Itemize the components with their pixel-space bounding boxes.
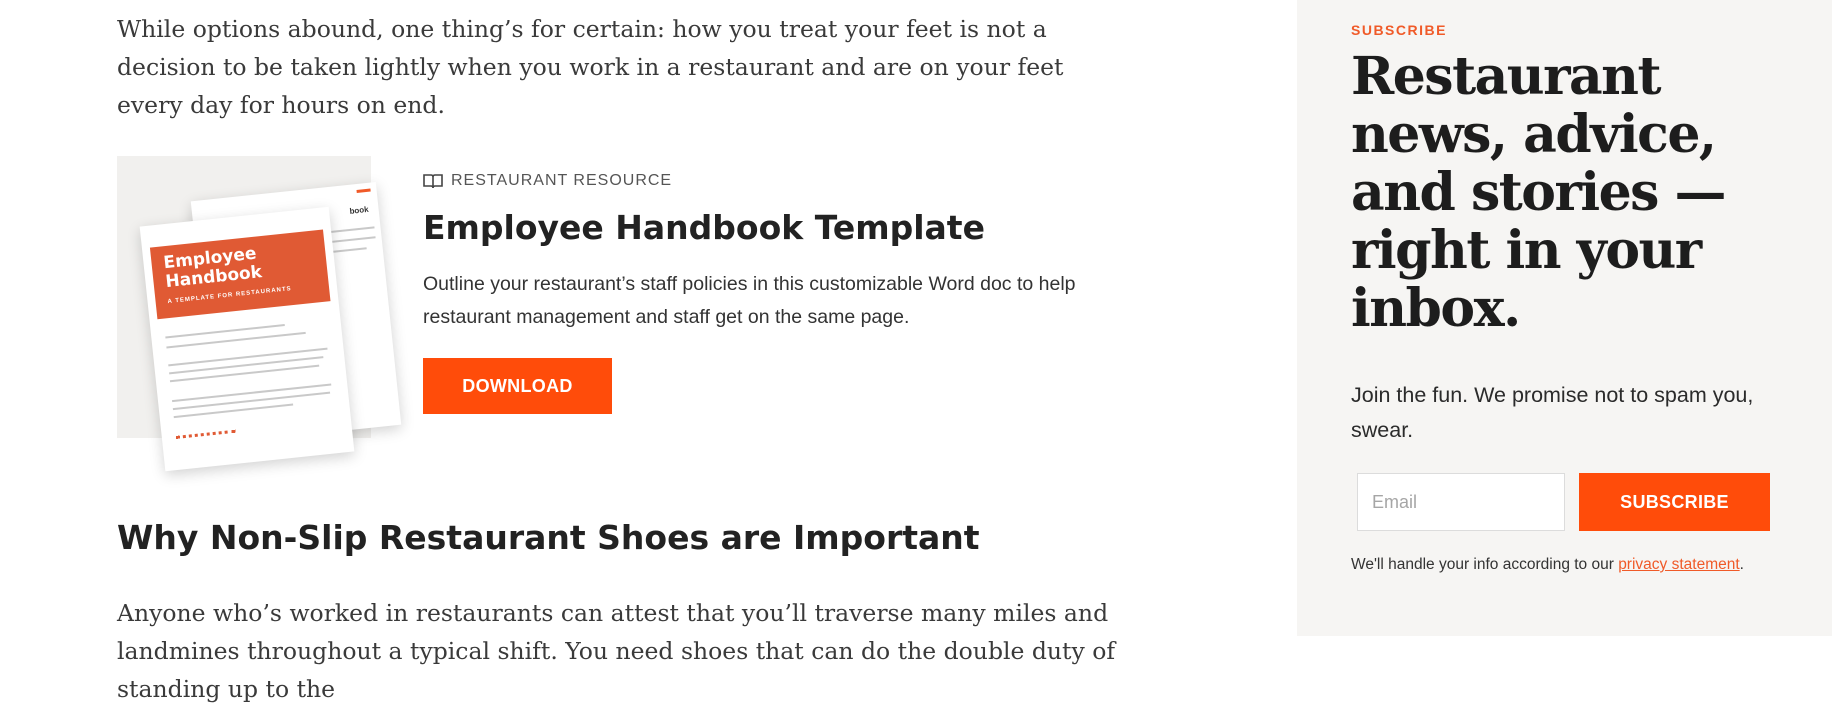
subscribe-eyebrow: SUBSCRIBE bbox=[1351, 22, 1447, 38]
privacy-statement-link[interactable]: privacy statement bbox=[1618, 556, 1739, 573]
download-button[interactable]: DOWNLOAD bbox=[423, 358, 612, 414]
subscribe-button[interactable]: SUBSCRIBE bbox=[1579, 473, 1770, 531]
resource-card: book Employee Handbook A TEMPLATE FOR RE… bbox=[117, 156, 1117, 476]
signature-line bbox=[175, 429, 237, 442]
book-icon bbox=[423, 174, 443, 189]
resource-label-text: RESTAURANT RESOURCE bbox=[451, 172, 673, 189]
subscribe-sidebar: SUBSCRIBE Restaurant news, advice, and s… bbox=[1297, 0, 1832, 636]
intro-paragraph: While options abound, one thing’s for ce… bbox=[117, 15, 1064, 119]
handbook-cover-banner: Employee Handbook A TEMPLATE FOR RESTAUR… bbox=[149, 229, 331, 320]
handbook-cover-title: Employee Handbook bbox=[162, 243, 263, 293]
back-page-heading: book bbox=[349, 204, 370, 216]
resource-label: RESTAURANT RESOURCE bbox=[423, 172, 672, 190]
toast-logo-mark bbox=[356, 188, 371, 193]
email-field[interactable] bbox=[1357, 473, 1565, 531]
handbook-cover-page: Employee Handbook A TEMPLATE FOR RESTAUR… bbox=[139, 206, 355, 472]
privacy-notice-period: . bbox=[1739, 556, 1744, 573]
section-heading: Why Non-Slip Restaurant Shoes are Import… bbox=[117, 518, 980, 557]
handbook-thumbnail[interactable]: book Employee Handbook A TEMPLATE FOR RE… bbox=[117, 156, 402, 472]
subscribe-tagline: Join the fun. We promise not to spam you… bbox=[1351, 383, 1754, 442]
privacy-notice-text: We'll handle your info according to our bbox=[1351, 556, 1619, 573]
body-paragraph: Anyone who’s worked in restaurants can a… bbox=[117, 599, 1116, 703]
resource-description: Outline your restaurant’s staff policies… bbox=[423, 273, 1076, 328]
resource-title[interactable]: Employee Handbook Template bbox=[423, 208, 985, 247]
privacy-notice: We'll handle your info according to our … bbox=[1351, 556, 1744, 574]
subscribe-headline: Restaurant news, advice, and stories — r… bbox=[1351, 46, 1727, 339]
text-line bbox=[169, 364, 320, 383]
